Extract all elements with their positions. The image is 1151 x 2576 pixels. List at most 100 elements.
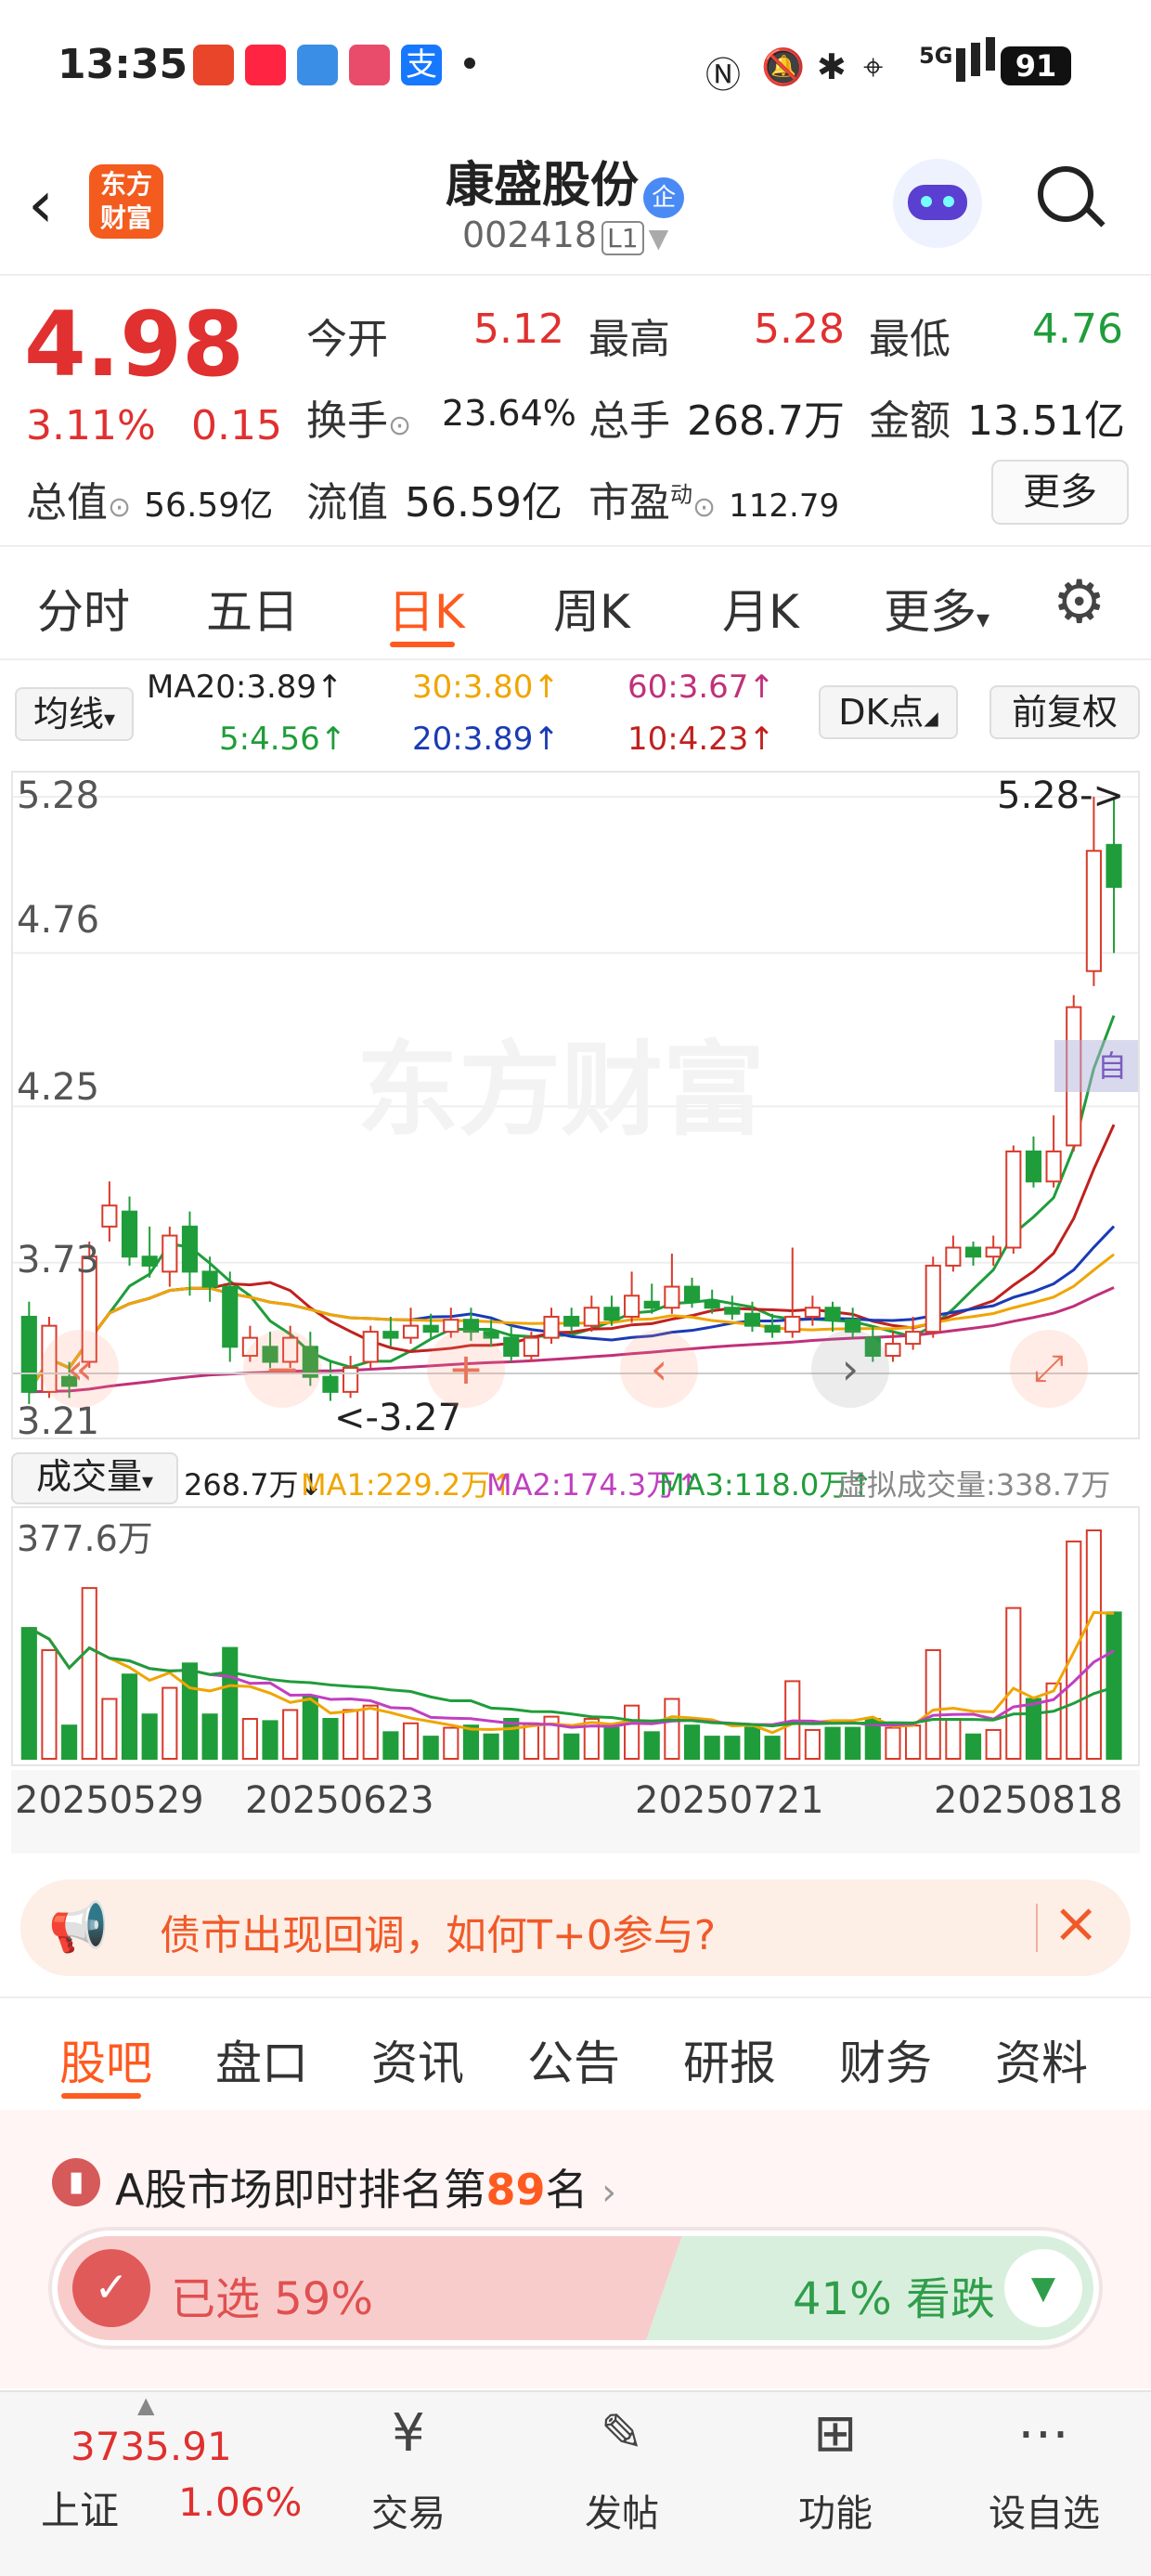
volume-select[interactable]: 成交量▾ [11,1452,178,1504]
candle [905,1331,922,1346]
tab-guba[interactable]: 股吧 [59,2026,152,2093]
tab-research[interactable]: 研报 [683,2026,776,2093]
nav-functions[interactable]: 功能 [776,2483,895,2537]
nav-add-watchlist[interactable]: 设自选 [975,2483,1114,2537]
nav-divider [13,1373,1138,1374]
tab-finance[interactable]: 财务 [839,2026,932,2093]
rank-text[interactable]: A股市场即时排名第89名 › [115,2156,616,2218]
high-marker: 5.28-> [997,774,1125,817]
promo-banner[interactable]: 📢 债市出现回调，如何T+0参与? × [20,1880,1131,1976]
index-name[interactable]: 上证 [41,2479,119,2536]
scroll-right-icon[interactable]: › [811,1330,889,1408]
tab-profile[interactable]: 资料 [995,2026,1088,2093]
functions-grid-icon[interactable]: ⊞ [791,2403,880,2464]
megaphone-icon: 📢 [48,1900,109,1956]
index-value[interactable]: 3735.91 [71,2424,232,2469]
index-percent[interactable]: 1.06% [178,2479,302,2525]
volume-bar [443,1726,459,1761]
volume-bar [20,1627,37,1760]
volume-bar [41,1648,58,1760]
scroll-left-icon[interactable]: ‹ [620,1330,698,1408]
volume-bar [885,1726,901,1761]
volume-bar [603,1726,620,1761]
volume-bar [804,1728,821,1761]
volume-bar [664,1698,680,1760]
volume-bar [343,1709,359,1761]
high-label: 最高 [588,316,670,363]
volume-label: 总手 [588,397,670,445]
tab-weekly-k[interactable]: 周K [553,575,630,642]
rank-chart-icon: ▮ [52,2158,100,2206]
volume-chart[interactable]: 377.6万 [11,1506,1140,1766]
tab-five-day[interactable]: 五日 [206,575,299,642]
enterprise-badge-icon: 企 [643,176,685,218]
tab-monthly-k[interactable]: 月K [722,575,799,642]
candle [362,1331,379,1363]
tab-announcements[interactable]: 公告 [527,2026,620,2093]
vote-down-icon[interactable]: ▼ [1004,2249,1082,2327]
tab-news[interactable]: 资讯 [371,2026,464,2093]
self-select-marker[interactable]: 自 [1054,1040,1138,1092]
y-label-4: 3.73 [17,1239,100,1281]
tab-more[interactable]: 更多▾ [884,575,989,642]
fullscreen-icon[interactable]: ⤢ [1010,1330,1088,1408]
date-axis: 20250529 20250623 20250721 20250818 [11,1770,1140,1854]
tab-intraday[interactable]: 分时 [37,575,130,642]
candle [704,1300,720,1309]
volume-bar [744,1726,761,1761]
close-icon[interactable]: × [1053,1891,1099,1956]
trade-icon[interactable]: ¥ [364,2403,453,2464]
settings-gear-icon[interactable]: ⚙ [1053,573,1106,632]
float-label: 流值 [306,479,388,527]
volume-bar [724,1736,741,1760]
eastmoney-logo[interactable]: 东方财富 [89,164,163,239]
nav-post[interactable]: 发帖 [563,2483,681,2537]
volume-bar [422,1736,439,1760]
pe-label: 市盈动⊙ 112.79 [588,479,840,527]
vote-bar: ✓ 已选 59% 41% 看跌 ▼ [52,2231,1099,2346]
amount-value: 13.51亿 [967,397,1125,445]
volume-bar [241,1718,258,1760]
dk-point-button[interactable]: DK点◢ [819,685,958,739]
candle [925,1264,941,1334]
info-icon[interactable]: ⊙ [108,491,131,524]
candle [222,1285,239,1348]
low-label: 最低 [869,316,951,363]
volume-bar [382,1731,399,1761]
shopping-app-icon [349,45,390,85]
info-icon[interactable]: ⊙ [388,410,411,442]
volume-bar [523,1722,539,1760]
tab-daily-k[interactable]: 日K [388,575,465,642]
ma5-label: 5:4.56↑ [219,721,347,758]
check-icon: ✓ [72,2249,150,2327]
post-edit-icon[interactable]: ✎ [577,2403,666,2464]
maps-app-icon [297,45,338,85]
candle [744,1312,761,1327]
volume-bar [925,1648,941,1760]
tab-pankou[interactable]: 盘口 [215,2026,308,2093]
candle [1005,1150,1022,1249]
ma-select[interactable]: 均线▾ [15,687,134,741]
info-icon[interactable]: ⊙ [692,491,716,524]
watchlist-more-icon[interactable]: ⋯ [999,2403,1088,2464]
nav-trade[interactable]: 交易 [349,2483,468,2537]
search-icon[interactable] [1038,166,1106,228]
signal-bars-icon [956,48,965,82]
candle [603,1307,620,1321]
vote-up-fill[interactable] [58,2236,689,2340]
stock-code-row[interactable]: 002418 L1 ▼ [462,215,668,255]
more-button[interactable]: 更多 [991,460,1129,525]
candle [322,1375,339,1393]
ma20-line-label: 20:3.89↑ [412,721,560,758]
zoom-in-icon[interactable]: + [427,1330,505,1408]
robot-assistant-icon[interactable] [893,159,982,248]
back-icon[interactable]: ‹ [28,172,54,237]
kline-svg: 东方财富 [13,796,1138,1404]
scroll-left-fast-icon[interactable]: « [41,1330,119,1408]
xiaohongshu-app-icon [245,45,286,85]
adjust-button[interactable]: 前复权 [989,685,1140,739]
kline-chart[interactable]: 东方财富 5.28 4.76 4.25 3.73 3.21 5.28-> <-3… [11,771,1140,1443]
volume-bar [282,1709,299,1761]
zoom-out-icon[interactable]: − [243,1330,321,1408]
volume-bar [1106,1611,1122,1761]
